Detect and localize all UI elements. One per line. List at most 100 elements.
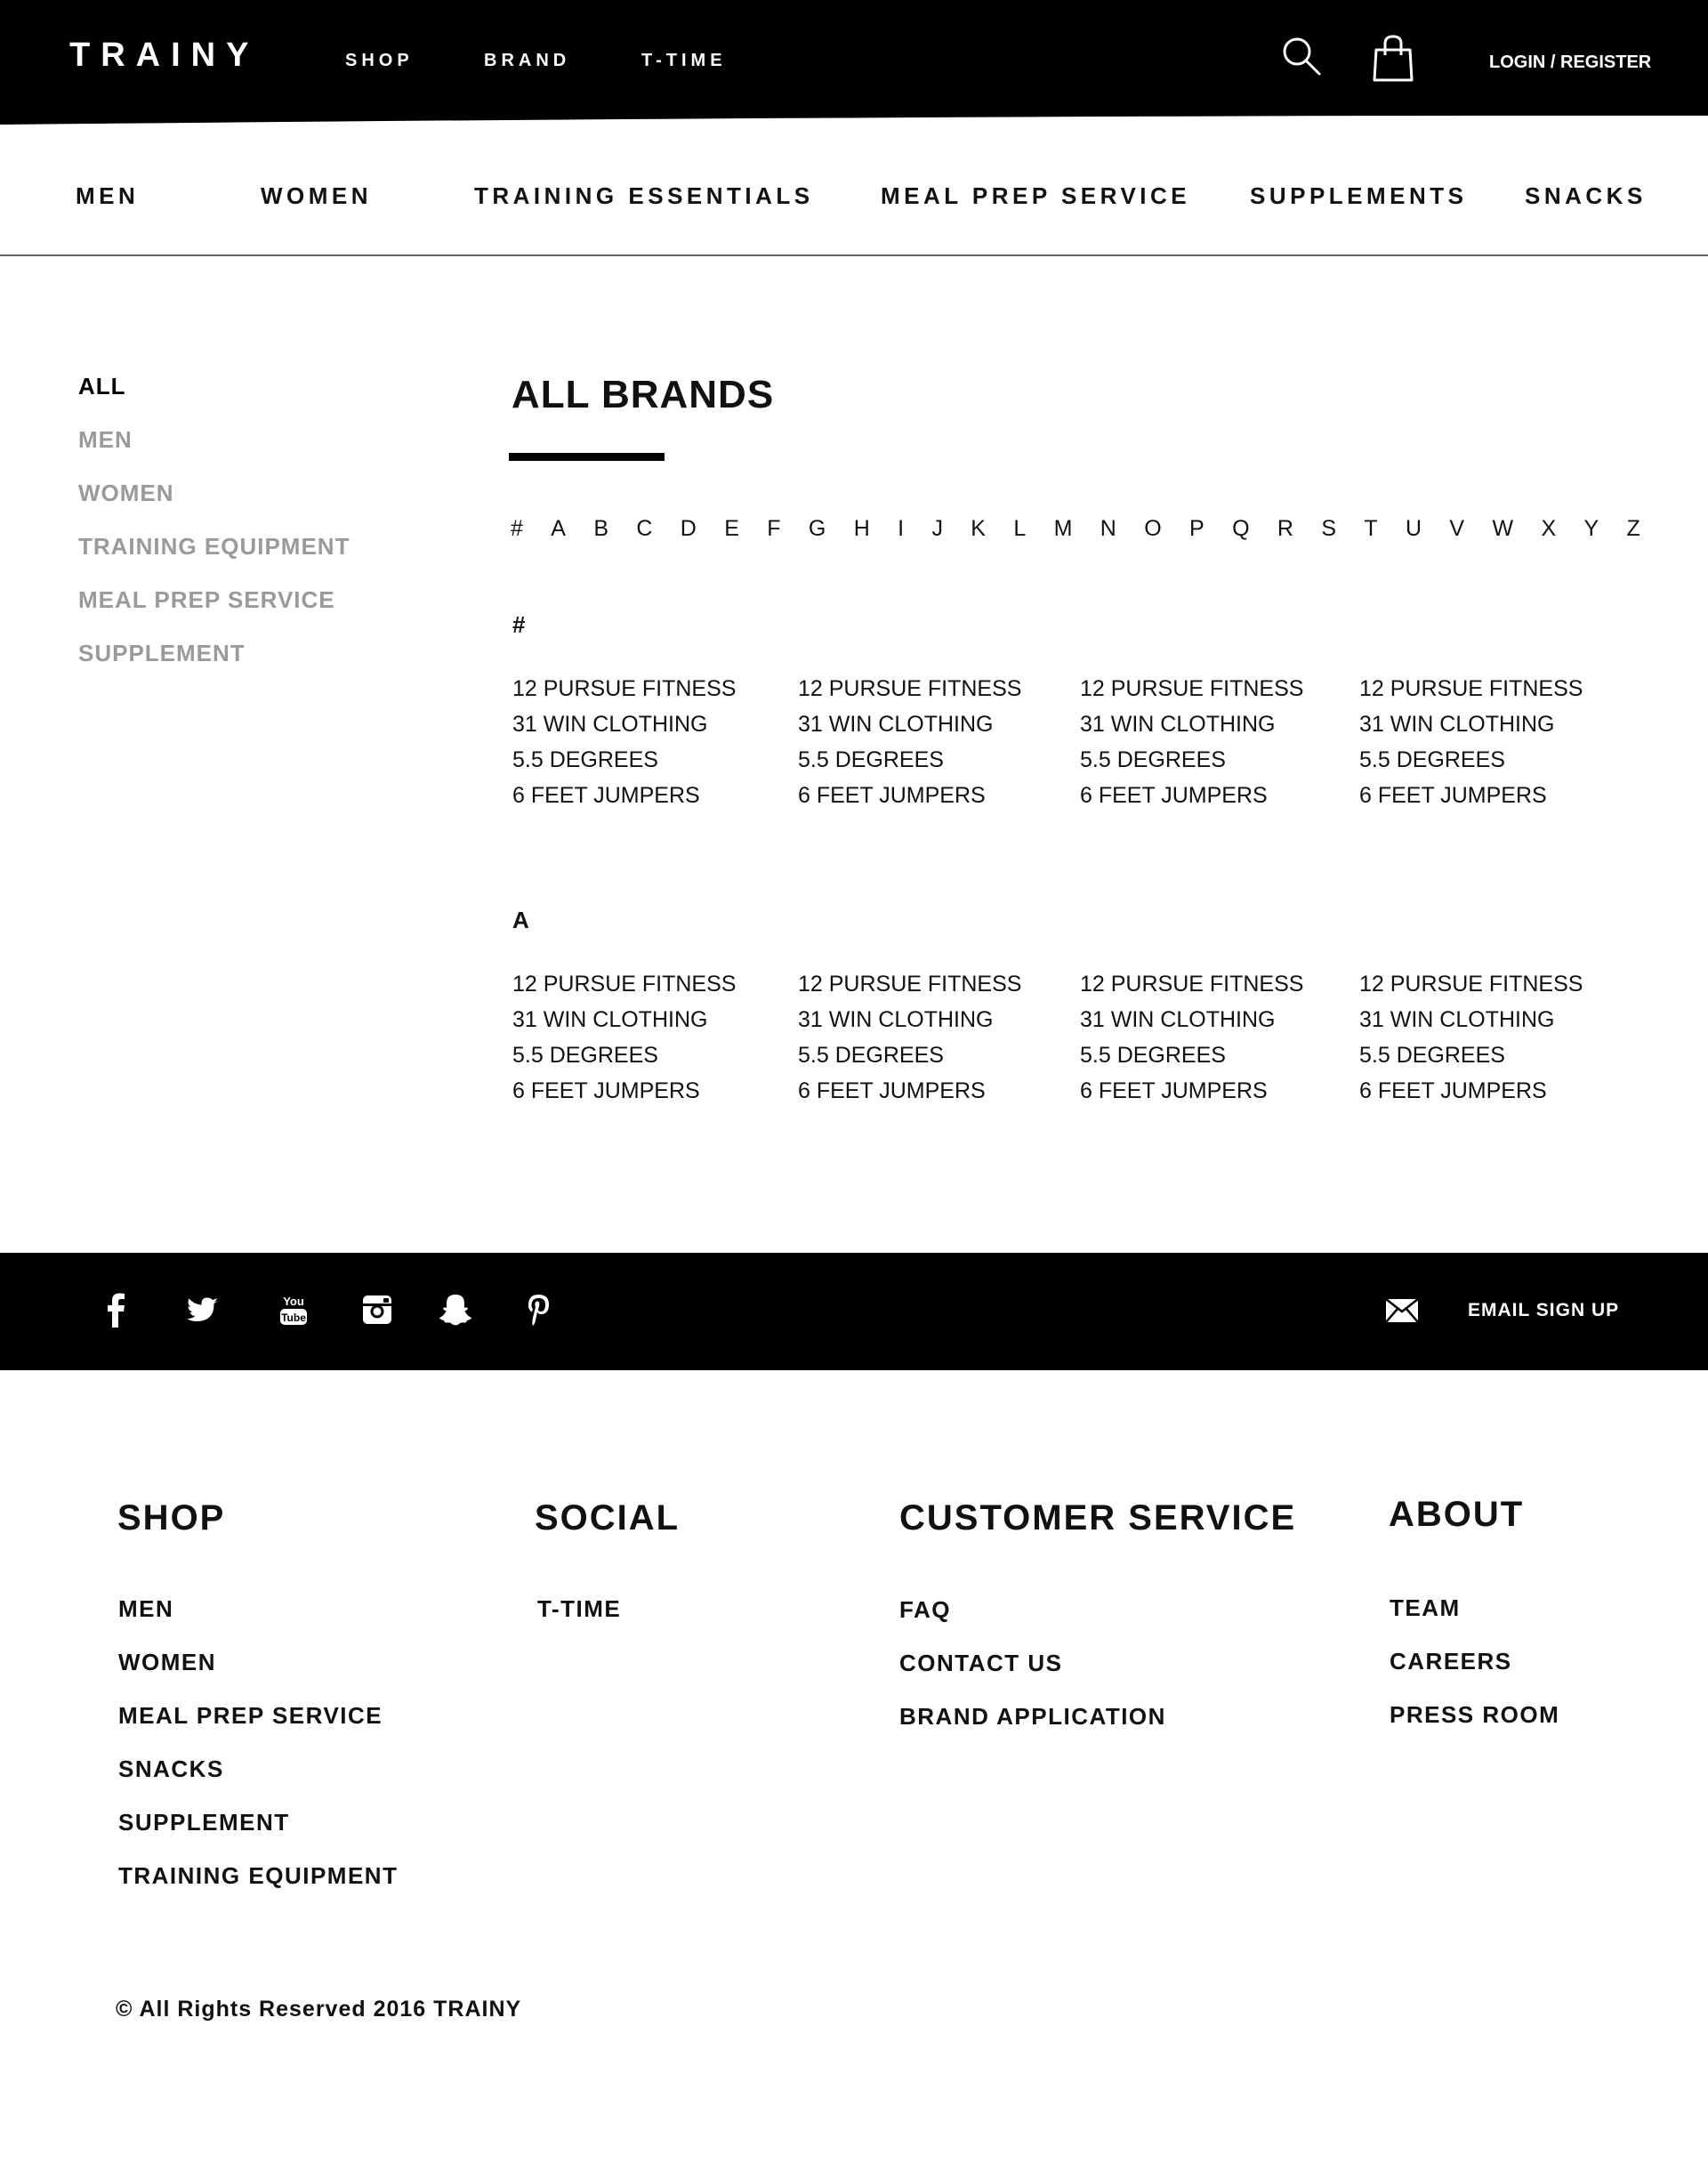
- shopping-bag-icon[interactable]: [1372, 34, 1414, 82]
- brand-link[interactable]: 31 WIN CLOTHING: [1359, 1002, 1583, 1037]
- brand-link[interactable]: 31 WIN CLOTHING: [1080, 1002, 1303, 1037]
- alpha-link[interactable]: P: [1189, 513, 1204, 545]
- footer-link-contact-us[interactable]: CONTACT US: [899, 1649, 1063, 1677]
- footer-link-snacks[interactable]: SNACKS: [118, 1755, 224, 1783]
- alpha-link[interactable]: Y: [1583, 513, 1599, 545]
- filter-meal-prep-service[interactable]: MEAL PREP SERVICE: [78, 585, 335, 614]
- logo[interactable]: TRAINY: [69, 34, 259, 77]
- footer-link-careers[interactable]: CAREERS: [1390, 1647, 1512, 1675]
- brand-link[interactable]: 12 PURSUE FITNESS: [1080, 671, 1303, 706]
- brand-link[interactable]: 5.5 DEGREES: [798, 1037, 1021, 1073]
- search-icon[interactable]: [1281, 36, 1322, 77]
- footer-link-brand-application[interactable]: BRAND APPLICATION: [899, 1702, 1166, 1731]
- filter-women[interactable]: WOMEN: [78, 479, 174, 507]
- snapchat-icon[interactable]: [438, 1292, 473, 1328]
- alpha-link[interactable]: E: [724, 513, 739, 545]
- brand-link[interactable]: 6 FEET JUMPERS: [1359, 778, 1583, 813]
- brand-link[interactable]: 6 FEET JUMPERS: [512, 1073, 736, 1109]
- alpha-link[interactable]: F: [767, 513, 780, 545]
- login-register-link[interactable]: LOGIN / REGISTER: [1489, 52, 1651, 73]
- filter-supplement[interactable]: SUPPLEMENT: [78, 639, 246, 667]
- alpha-link[interactable]: X: [1541, 513, 1556, 545]
- footer-link-press-room[interactable]: PRESS ROOM: [1390, 1700, 1559, 1729]
- filter-all[interactable]: ALL: [78, 372, 126, 400]
- alpha-link[interactable]: W: [1492, 513, 1513, 545]
- footer-link-women[interactable]: WOMEN: [118, 1648, 216, 1676]
- facebook-icon[interactable]: [99, 1292, 134, 1328]
- alpha-link[interactable]: L: [1013, 513, 1026, 545]
- footer-link-team[interactable]: TEAM: [1390, 1594, 1461, 1622]
- brand-link[interactable]: 12 PURSUE FITNESS: [798, 966, 1021, 1002]
- brand-link[interactable]: 5.5 DEGREES: [1359, 742, 1583, 778]
- brand-link[interactable]: 12 PURSUE FITNESS: [1080, 966, 1303, 1002]
- alpha-link[interactable]: R: [1277, 513, 1293, 545]
- category-women[interactable]: WOMEN: [261, 182, 372, 210]
- alpha-link[interactable]: K: [971, 513, 986, 545]
- brand-link[interactable]: 31 WIN CLOTHING: [512, 1002, 736, 1037]
- brand-link[interactable]: 5.5 DEGREES: [1080, 742, 1303, 778]
- brand-link[interactable]: 6 FEET JUMPERS: [798, 1073, 1021, 1109]
- category-snacks[interactable]: SNACKS: [1525, 182, 1647, 210]
- brand-link[interactable]: 6 FEET JUMPERS: [798, 778, 1021, 813]
- brand-link[interactable]: 31 WIN CLOTHING: [512, 706, 736, 742]
- filter-men[interactable]: MEN: [78, 425, 133, 454]
- brand-link[interactable]: 5.5 DEGREES: [512, 742, 736, 778]
- category-training-essentials[interactable]: TRAINING ESSENTIALS: [474, 182, 814, 210]
- alpha-link[interactable]: T: [1364, 513, 1377, 545]
- category-men[interactable]: MEN: [76, 182, 139, 210]
- alpha-link[interactable]: U: [1406, 513, 1422, 545]
- alpha-link[interactable]: Q: [1232, 513, 1249, 545]
- brand-link[interactable]: 12 PURSUE FITNESS: [512, 966, 736, 1002]
- brand-link[interactable]: 5.5 DEGREES: [1359, 1037, 1583, 1073]
- top-nav-t-time[interactable]: T-TIME: [641, 50, 727, 71]
- footer-link-men[interactable]: MEN: [118, 1594, 173, 1623]
- alpha-link[interactable]: O: [1144, 513, 1161, 545]
- brand-link[interactable]: 12 PURSUE FITNESS: [798, 671, 1021, 706]
- brand-link[interactable]: 12 PURSUE FITNESS: [1359, 671, 1583, 706]
- footer-link-t-time[interactable]: T-TIME: [537, 1594, 621, 1623]
- alpha-link[interactable]: J: [931, 513, 943, 545]
- footer-link-training-equipment[interactable]: TRAINING EQUIPMENT: [118, 1861, 398, 1890]
- twitter-icon[interactable]: [185, 1292, 221, 1328]
- brand-link[interactable]: 5.5 DEGREES: [512, 1037, 736, 1073]
- alpha-link[interactable]: A: [551, 513, 566, 545]
- footer-link-faq[interactable]: FAQ: [899, 1595, 951, 1624]
- category-meal-prep-service[interactable]: MEAL PREP SERVICE: [881, 182, 1190, 210]
- brand-link[interactable]: 6 FEET JUMPERS: [1080, 1073, 1303, 1109]
- brand-link[interactable]: 12 PURSUE FITNESS: [1359, 966, 1583, 1002]
- alpha-link[interactable]: N: [1100, 513, 1116, 545]
- alpha-link[interactable]: V: [1449, 513, 1464, 545]
- alpha-link[interactable]: B: [593, 513, 608, 545]
- top-nav-shop[interactable]: SHOP: [345, 50, 414, 71]
- brand-link[interactable]: 6 FEET JUMPERS: [1080, 778, 1303, 813]
- alpha-link[interactable]: C: [636, 513, 652, 545]
- brand-link[interactable]: 6 FEET JUMPERS: [512, 778, 736, 813]
- alpha-link[interactable]: D: [681, 513, 697, 545]
- brand-link[interactable]: 6 FEET JUMPERS: [1359, 1073, 1583, 1109]
- brand-link[interactable]: 31 WIN CLOTHING: [798, 1002, 1021, 1037]
- section-heading-hash: #: [512, 611, 526, 638]
- brand-link[interactable]: 5.5 DEGREES: [1080, 1037, 1303, 1073]
- alpha-link[interactable]: #: [511, 513, 523, 545]
- brand-link[interactable]: 12 PURSUE FITNESS: [512, 671, 736, 706]
- brand-link[interactable]: 5.5 DEGREES: [798, 742, 1021, 778]
- brand-link[interactable]: 31 WIN CLOTHING: [1080, 706, 1303, 742]
- alpha-link[interactable]: H: [854, 513, 870, 545]
- brand-link[interactable]: 31 WIN CLOTHING: [1359, 706, 1583, 742]
- alpha-link[interactable]: M: [1054, 513, 1073, 545]
- alpha-link[interactable]: I: [898, 513, 904, 545]
- alpha-link[interactable]: S: [1321, 513, 1336, 545]
- alpha-link[interactable]: G: [809, 513, 826, 545]
- footer-link-meal-prep-service[interactable]: MEAL PREP SERVICE: [118, 1701, 383, 1730]
- email-sign-up-link[interactable]: EMAIL SIGN UP: [1468, 1299, 1619, 1322]
- brand-link[interactable]: 31 WIN CLOTHING: [798, 706, 1021, 742]
- top-nav-brand[interactable]: BRAND: [484, 50, 570, 71]
- category-supplements[interactable]: SUPPLEMENTS: [1250, 182, 1468, 210]
- youtube-icon[interactable]: You Tube: [276, 1292, 311, 1328]
- alpha-link[interactable]: Z: [1627, 513, 1640, 545]
- footer-link-supplement[interactable]: SUPPLEMENT: [118, 1808, 290, 1836]
- envelope-icon[interactable]: [1386, 1299, 1418, 1322]
- filter-training-equipment[interactable]: TRAINING EQUIPMENT: [78, 532, 350, 561]
- instagram-icon[interactable]: [359, 1292, 395, 1328]
- pinterest-icon[interactable]: [521, 1292, 557, 1328]
